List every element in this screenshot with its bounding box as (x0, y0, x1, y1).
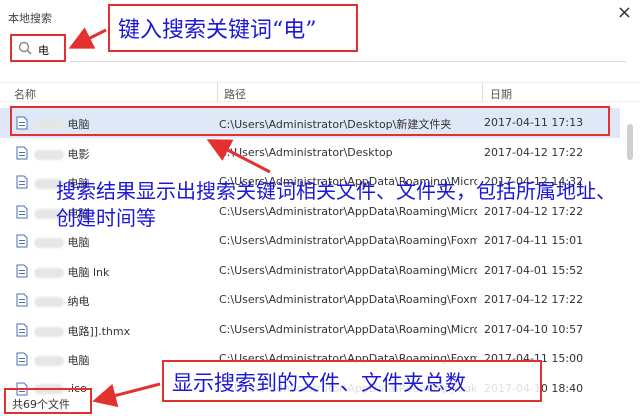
search-arrow (68, 27, 107, 49)
annotation-arrows (68, 27, 271, 408)
result-arrow (206, 139, 271, 174)
count-arrow (92, 382, 161, 408)
